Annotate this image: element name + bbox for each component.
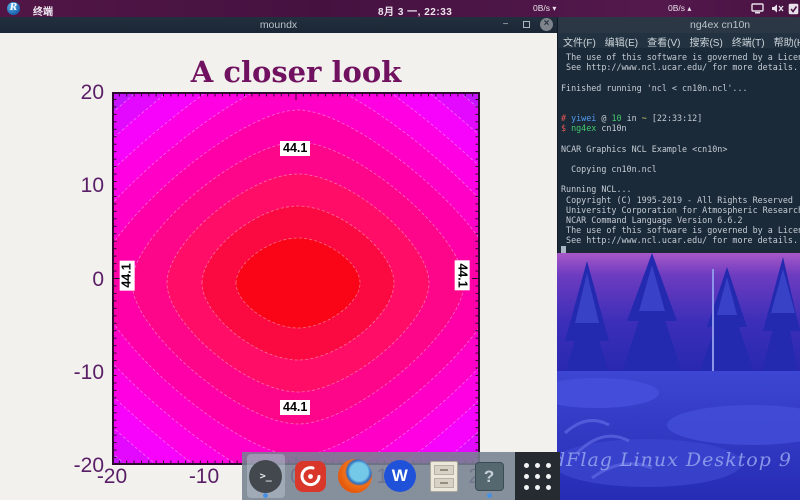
restore-button[interactable] xyxy=(520,19,533,31)
y-tick-label: 20 xyxy=(58,81,104,105)
terminal-line: See http://www.ncl.ucar.edu/ for more de… xyxy=(561,235,800,245)
app-grid-icon xyxy=(524,463,551,490)
menu-item[interactable]: 编辑(E) xyxy=(605,34,638,48)
wps-writer-icon: W xyxy=(384,460,416,492)
terminal-line xyxy=(561,134,800,144)
wallpaper-watermark: RedFlag Linux Desktop 9 xyxy=(525,449,792,471)
terminal-line: Copyright (C) 1995-2019 - All Rights Res… xyxy=(561,195,800,205)
menu-item[interactable]: 文件(F) xyxy=(563,34,596,48)
terminal-line xyxy=(561,246,800,253)
plot-title: A closer look xyxy=(112,55,480,89)
minimize-button[interactable]: − xyxy=(499,19,512,31)
redflag-logo-icon[interactable]: R xyxy=(7,2,20,15)
terminal-line: $ ng4ex cn10n xyxy=(561,123,800,133)
desktop-wallpaper: RedFlag Linux Desktop 9 xyxy=(557,253,800,500)
contour-label: 44.1 xyxy=(280,400,310,415)
display-icon[interactable] xyxy=(751,3,764,14)
moundx-window-title: moundx xyxy=(0,19,557,31)
y-tick-label: -10 xyxy=(58,361,104,385)
terminal-line: Finished running 'ncl < cn10n.ncl'... xyxy=(561,83,800,93)
moundx-window: moundx − × A closer look 44.144.144.144.… xyxy=(0,17,557,500)
y-tick-label: -20 xyxy=(58,454,104,478)
terminal-line xyxy=(561,154,800,164)
terminal-cursor xyxy=(561,246,566,253)
top-panel: R 终端 8月 3 一, 22:33 0B/s ▾ 0B/s ▴ xyxy=(0,0,800,17)
terminal-line: The use of this software is governed by … xyxy=(561,225,800,235)
running-indicator-dot xyxy=(263,493,268,498)
running-indicator-dot xyxy=(487,493,492,498)
network-download-indicator: 0B/s ▾ xyxy=(533,3,556,13)
terminal-line xyxy=(561,174,800,184)
terminal-line: Copying cn10n.ncl xyxy=(561,164,800,174)
menu-item[interactable]: 帮助(H) xyxy=(774,34,800,48)
terminal-line xyxy=(561,93,800,103)
file-manager-icon xyxy=(430,461,458,492)
netease-music-icon xyxy=(295,461,326,492)
menu-item[interactable]: 搜索(S) xyxy=(689,34,722,48)
firefox-icon xyxy=(338,459,372,493)
network-upload-indicator: 0B/s ▴ xyxy=(668,3,691,13)
close-button[interactable]: × xyxy=(540,18,553,31)
dock-item-app-grid[interactable] xyxy=(515,452,560,500)
dock-item-unknown-app[interactable]: ? xyxy=(470,454,508,498)
x-tick-label: -10 xyxy=(184,465,224,489)
y-tick-label: 10 xyxy=(58,174,104,198)
dock-item-wps-writer[interactable]: W xyxy=(381,454,419,498)
terminal-line xyxy=(561,103,800,113)
contour-label: 44.1 xyxy=(455,260,470,290)
dock-item-file-manager[interactable] xyxy=(426,454,464,498)
restore-icon xyxy=(523,21,530,28)
terminal-content[interactable]: The use of this software is governed by … xyxy=(558,48,800,253)
terminal-line: See http://www.ncl.ucar.edu/ for more de… xyxy=(561,62,800,72)
menu-item[interactable]: 终端(T) xyxy=(732,34,765,48)
upload-arrow-icon: ▴ xyxy=(687,4,691,13)
terminal-line: NCAR Command Language Version 6.6.2 xyxy=(561,215,800,225)
terminal-window-title: ng4ex cn10n xyxy=(690,19,750,31)
clock-label[interactable]: 8月 3 一, 22:33 xyxy=(378,3,452,18)
dock: >_ W ? xyxy=(242,452,560,500)
contour-label: 44.1 xyxy=(119,260,134,290)
dock-item-firefox[interactable] xyxy=(336,454,374,498)
active-app-label[interactable]: 终端 xyxy=(33,3,53,18)
y-tick-label: 0 xyxy=(58,268,104,292)
dock-item-netease-music[interactable] xyxy=(292,454,330,498)
terminal-line xyxy=(561,72,800,82)
dock-item-terminal[interactable]: >_ xyxy=(247,454,285,498)
terminal-titlebar[interactable]: ng4ex cn10n xyxy=(558,17,800,33)
terminal-line: NCAR Graphics NCL Example <cn10n> xyxy=(561,144,800,154)
terminal-menubar: 文件(F) 编辑(E) 查看(V) 搜索(S) 终端(T) 帮助(H) xyxy=(558,33,800,48)
download-arrow-icon: ▾ xyxy=(552,4,556,13)
terminal-window: ng4ex cn10n 文件(F) 编辑(E) 查看(V) 搜索(S) 终端(T) 帮助(… xyxy=(557,17,800,253)
contour-label: 44.1 xyxy=(280,141,310,156)
menu-item[interactable]: 查看(V) xyxy=(647,34,680,48)
contour-plot: 44.1 44.1 44.1 44.1 xyxy=(112,92,480,465)
terminal-line: University Corporation for Atmospheric R… xyxy=(561,205,800,215)
terminal-line: Running NCL... xyxy=(561,184,800,194)
moundx-titlebar[interactable]: moundx − × xyxy=(0,17,557,33)
terminal-line: # yiwei @ 10 in ~ [22:33:12] xyxy=(561,113,800,123)
input-method-icon[interactable] xyxy=(788,3,799,15)
volume-muted-icon[interactable] xyxy=(771,3,785,14)
terminal-line: The use of this software is governed by … xyxy=(561,52,800,62)
unknown-app-icon: ? xyxy=(475,462,504,491)
terminal-icon: >_ xyxy=(249,460,282,493)
